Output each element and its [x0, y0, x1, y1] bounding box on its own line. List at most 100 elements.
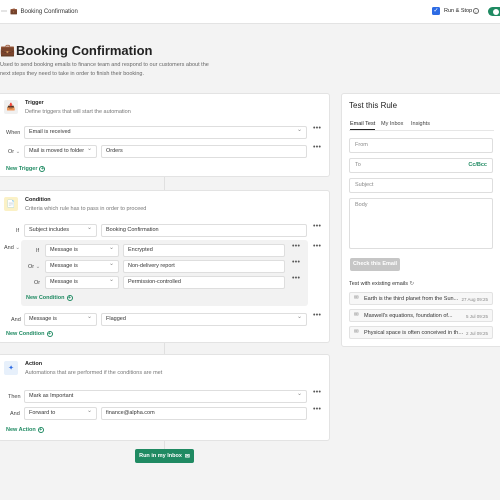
condition-value-select[interactable]: Flagged — [101, 312, 307, 326]
run-in-inbox-label: Run in my Inbox — [139, 453, 182, 459]
inbox-icon: 📥 — [4, 100, 18, 114]
trigger-condition-select[interactable]: Email is received — [24, 125, 307, 139]
condition-group: If Message is Encrypted ••• Or ⌄ Message… — [21, 240, 308, 306]
email-title: Physical space is often conceived in thr… — [364, 330, 464, 336]
group-new-condition-button[interactable]: New Condition + — [26, 295, 73, 301]
trigger-row-menu[interactable]: ••• — [313, 144, 321, 151]
condition-field-select[interactable]: Subject includes — [24, 223, 97, 237]
group-field-select[interactable]: Message is — [45, 243, 119, 257]
tab-insights[interactable]: Insights — [411, 121, 430, 127]
group-row-menu[interactable]: ••• — [292, 275, 300, 282]
condition-title: Condition — [25, 197, 51, 203]
mail-icon: ✉ — [354, 329, 359, 335]
action-subtitle: Automations that are performed if the co… — [25, 370, 163, 376]
action-row-menu[interactable]: ••• — [313, 406, 321, 413]
condition-field-select[interactable]: Message is — [24, 312, 97, 326]
run-stop-label: Run & Stop — [444, 8, 473, 14]
chevron-down-icon[interactable]: ⌄ — [16, 149, 21, 155]
condition-card: 📄 Condition Criteria which rule has to p… — [0, 190, 330, 343]
group-value-input[interactable]: Non-delivery report — [123, 260, 285, 273]
group-field-select[interactable]: Message is — [45, 275, 119, 289]
subject-field[interactable]: Subject — [349, 178, 493, 193]
group-if-label: If — [36, 248, 40, 254]
condition-value-input[interactable]: Booking Confirmation — [101, 224, 307, 237]
body-field[interactable]: Body — [349, 198, 493, 249]
chevron-down-icon[interactable]: ⌄ — [15, 245, 20, 251]
tab-email-test[interactable]: Email Test — [350, 121, 376, 130]
document-icon: 📄 — [4, 197, 18, 211]
breadcrumb-title: Booking Confirmation — [20, 8, 78, 15]
run-in-inbox-button[interactable]: Run in my Inbox ✉ — [135, 449, 194, 463]
group-or-label: Or ⌄ — [28, 264, 41, 270]
more-icon[interactable]: ⋯ — [1, 8, 7, 15]
plus-icon: + — [66, 295, 73, 301]
existing-email-item[interactable]: ✉ Earth is the third planet from the Sun… — [349, 292, 493, 305]
run-stop-checkbox[interactable]: ✓ — [432, 7, 440, 15]
condition-row-menu[interactable]: ••• — [313, 223, 321, 230]
trigger-condition-select[interactable]: Mail is moved to folder — [24, 144, 97, 158]
to-field[interactable]: To Cc/Bcc — [349, 158, 493, 173]
info-icon[interactable]: i — [473, 8, 479, 14]
refresh-icon[interactable]: ↻ — [410, 281, 415, 287]
top-bar: ⋯ 💼 Booking Confirmation ✓ Run & Stop i — [0, 0, 500, 24]
action-row-menu[interactable]: ••• — [313, 389, 321, 396]
automation-toggle[interactable] — [488, 7, 500, 16]
email-date: 27 Aug 09:25 — [461, 297, 488, 302]
cc-bcc-link[interactable]: Cc/Bcc — [468, 162, 487, 168]
group-row-menu[interactable]: ••• — [292, 259, 300, 266]
action-select[interactable]: Mark as Important — [24, 389, 307, 403]
trigger-subtitle: Define triggers that will start the auto… — [25, 109, 131, 115]
plus-icon: + — [46, 331, 53, 337]
email-date: 5 Jul 09:25 — [465, 314, 488, 319]
tab-my-inbox[interactable]: My Inbox — [381, 121, 403, 127]
briefcase-icon: 💼 — [0, 43, 15, 57]
action-then-label: Then — [8, 394, 21, 400]
group-row-menu[interactable]: ••• — [292, 243, 300, 250]
group-or-label: Or — [34, 280, 41, 286]
condition-row-menu[interactable]: ••• — [313, 312, 321, 319]
new-condition-label: New Condition — [6, 331, 45, 337]
check-email-button[interactable]: Check this Email — [350, 258, 400, 271]
existing-email-item[interactable]: ✉ Maxwell's equations, foundation of... … — [349, 309, 493, 322]
forward-address-input[interactable]: finance@alpha.com — [101, 407, 307, 420]
new-trigger-button[interactable]: New Trigger + — [6, 166, 46, 172]
trigger-row-menu[interactable]: ••• — [313, 125, 321, 132]
email-title: Maxwell's equations, foundation of... — [364, 313, 453, 319]
condition-group-label: And ⌄ — [4, 245, 20, 251]
existing-emails-title: Test with existing emails ↻ — [349, 281, 415, 287]
folder-input[interactable]: Orders — [101, 145, 307, 158]
test-panel-title: Test this Rule — [349, 101, 398, 110]
flow-connector — [164, 176, 165, 190]
email-title: Earth is the third planet from the Sun..… — [364, 296, 459, 302]
existing-email-item[interactable]: ✉ Physical space is often conceived in t… — [349, 326, 493, 339]
condition-group-menu[interactable]: ••• — [313, 243, 321, 250]
action-and-label: And — [10, 411, 20, 417]
condition-if-label: If — [16, 228, 20, 234]
from-field[interactable]: From — [349, 138, 493, 153]
email-date: 2 Jul 09:25 — [465, 331, 488, 336]
new-trigger-label: New Trigger — [6, 166, 38, 172]
tabs-divider — [349, 130, 494, 131]
trigger-title: Trigger — [25, 100, 44, 106]
new-condition-button[interactable]: New Condition + — [6, 331, 53, 337]
flow-connector — [164, 440, 165, 449]
new-action-label: New Action — [6, 427, 36, 433]
trigger-when-label: When — [6, 130, 21, 136]
page-title: Booking Confirmation — [16, 43, 153, 58]
mail-icon: ✉ — [354, 312, 359, 318]
action-card: ✦ Action Automations that are performed … — [0, 354, 330, 441]
mail-icon: ✉ — [354, 295, 359, 301]
trigger-card: 📥 Trigger Define triggers that will star… — [0, 93, 330, 177]
to-placeholder: To — [355, 162, 361, 168]
action-title: Action — [25, 361, 43, 367]
action-select[interactable]: Forward to — [24, 406, 97, 420]
group-value-input[interactable]: Permission-controlled — [123, 276, 285, 289]
plus-icon: + — [39, 166, 46, 172]
new-action-button[interactable]: New Action + — [6, 427, 44, 433]
group-field-select[interactable]: Message is — [45, 259, 119, 273]
flow-connector — [164, 342, 165, 354]
condition-subtitle: Criteria which rule has to pass in order… — [25, 206, 147, 212]
page-description: Used to send booking emails to finance t… — [0, 62, 209, 77]
group-value-input[interactable]: Encrypted — [123, 244, 285, 257]
chevron-down-icon[interactable]: ⌄ — [36, 264, 41, 270]
